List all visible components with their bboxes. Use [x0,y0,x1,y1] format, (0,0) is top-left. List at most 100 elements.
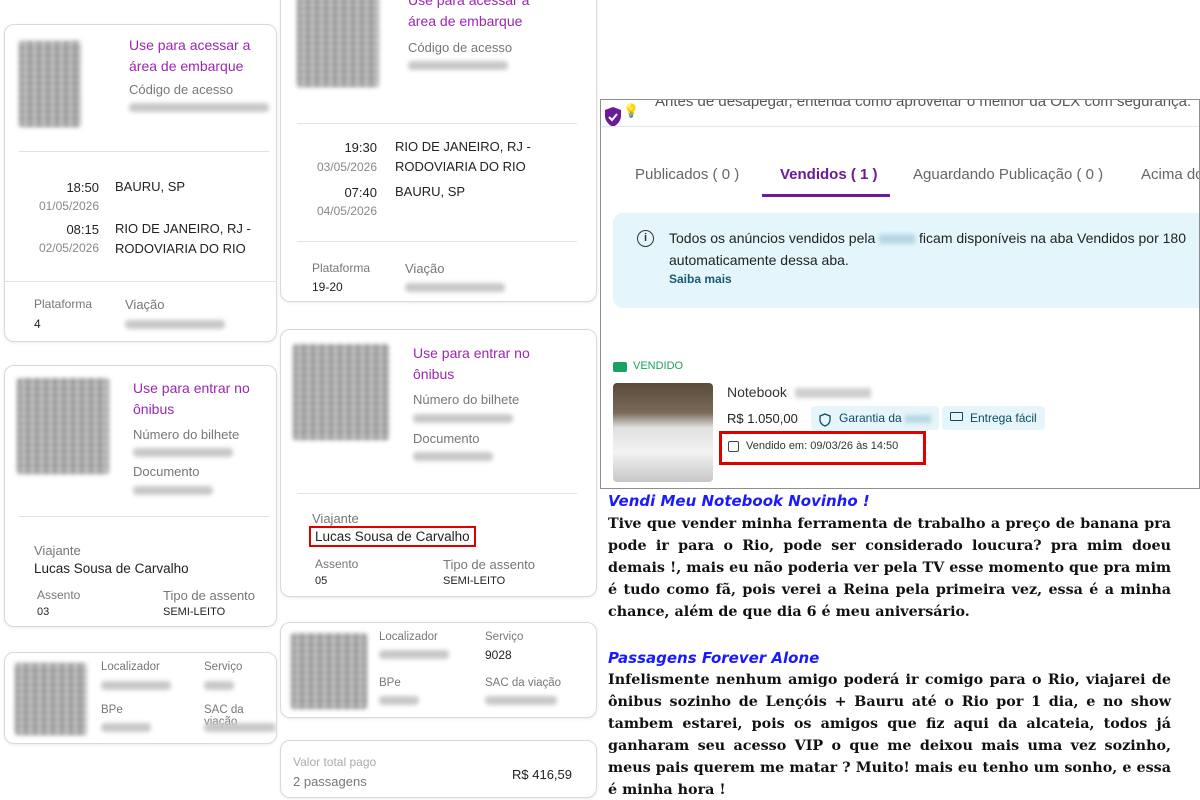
document-value [413,452,493,461]
boarding-qr-code [293,344,389,440]
divider [5,281,276,282]
boarding-title: Use para entrar no ônibus [133,380,250,417]
seat-type-label: Tipo de assento [163,588,256,603]
service-value: 9028 [485,648,512,662]
seat-value: 03 [37,606,50,618]
sold-badge: VENDIDO [633,360,684,372]
access-code-value [408,61,508,70]
safety-banner-text: Antes de desapegar, entenda como aprovei… [655,99,1192,110]
info-text-prefix: Todos os anúncios vendidos pela [669,230,876,246]
company-label: Viação [125,297,165,312]
service-label: Serviço [204,661,243,673]
summary-qr-code [291,633,367,709]
sac-value [485,696,557,705]
ticket-card-outbound: Use para acessar a área de embarque Códi… [4,24,277,342]
blog-heading-passagens: Passagens Forever Alone [608,649,820,667]
arrival-time: 08:15 [66,222,99,237]
redacted-brand [905,414,932,423]
tab-active-underline [762,194,890,197]
bpe-value [101,723,151,732]
lightbulb-icon: 💡 [623,103,640,118]
summary-card-outbound: Localizador Serviço BPe SAC da viação [4,652,277,744]
tab-acima[interactable]: Acima do [1141,166,1199,183]
document-value [133,486,213,495]
seat-label: Assento [37,588,81,602]
listing-photo[interactable] [613,383,713,482]
boarding-qr-code [17,378,109,474]
total-label: Valor total pago [293,755,377,769]
boarding-title: Use para entrar no ônibus [413,345,530,382]
locator-label: Localizador [101,661,160,673]
locator-value [101,681,171,690]
bpe-label: BPe [101,704,123,716]
service-label: Serviço [485,631,524,643]
locator-label: Localizador [379,631,438,643]
departure-date: 03/05/2026 [316,160,377,174]
departure-city: RIO DE JANEIRO, RJ - RODOVIARIA DO RIO [395,139,531,174]
seat-type-value: SEMI-LEITO [163,606,226,618]
arrival-date: 02/05/2026 [38,241,99,255]
delivery-chip-label: Entrega fácil [970,411,1037,425]
tab-publicados[interactable]: Publicados ( 0 ) [635,166,739,183]
sold-date: Vendido em: 09/03/26 às 14:50 [746,440,899,452]
divider [297,241,577,242]
access-title: Use para acessar a área de embarque [408,0,530,29]
access-qr-code [297,0,379,87]
info-box: i Todos os anúncios vendidos pela ficam … [613,213,1199,308]
divider [297,493,577,494]
document-label: Documento [133,464,200,479]
seat-type-value: SEMI-LEITO [443,575,506,587]
summary-qr-code [15,663,87,735]
platform-value: 19-20 [312,280,343,294]
service-value [204,681,234,690]
blog-paragraph-passagens: Infelismente nenhum amigo poderá ir comi… [608,672,1171,798]
boarding-card-return: Use para entrar no ônibus Número do bilh… [280,329,597,597]
platform-label: Plataforma [34,297,93,311]
arrival-city: RIO DE JANEIRO, RJ - RODOVIARIA DO RIO [115,221,251,256]
total-card: Valor total pago 2 passagens R$ 416,59 [280,740,597,798]
info-text-line1: Todos os anúncios vendidos pela ficam di… [669,230,1186,246]
ticket-number-value [413,414,513,423]
tab-aguardando[interactable]: Aguardando Publicação ( 0 ) [913,166,1103,183]
total-count: 2 passagens [293,774,367,789]
access-code-label: Código de acesso [129,82,234,97]
redacted-model [794,388,871,399]
blog-paragraph-notebook: Tive que vender minha ferramenta de trab… [608,516,1171,620]
saiba-mais-link[interactable]: Saiba mais [669,272,732,286]
info-text-line2: automaticamente dessa aba. [669,252,849,268]
shield-check-icon [603,106,623,133]
banner-divider [601,126,1199,127]
divider [19,516,269,517]
bpe-label: BPe [379,677,401,689]
arrival-date: 04/05/2026 [316,204,377,218]
departure-time: 18:50 [66,180,99,195]
departure-time: 19:30 [344,140,377,155]
delivery-chip: Entrega fácil [942,406,1045,430]
listing-price: R$ 1.050,00 [727,411,798,426]
summary-card-return: Localizador Serviço 9028 BPe SAC da viaç… [280,622,597,718]
seat-label: Assento [315,557,359,571]
total-amount: R$ 416,59 [512,767,572,782]
redacted-brand [879,234,916,245]
listing-title[interactable]: Notebook [727,384,871,400]
sold-date-highlight: Vendido em: 09/03/26 às 14:50 [719,431,926,465]
traveler-label: Viajante [312,511,359,526]
company-label: Viação [405,261,445,276]
traveler-name-highlighted: Lucas Sousa de Carvalho [309,526,476,547]
blog-heading-notebook: Vendi Meu Notebook Novinho ! [608,492,870,510]
sac-label: SAC da viação [485,677,562,689]
arrival-city: BAURU, SP [395,184,466,199]
listing-title-text: Notebook [727,384,787,400]
guarantee-chip-label: Garantia da [839,411,902,425]
calendar-icon [728,441,739,452]
bpe-value [379,696,419,705]
platform-label: Plataforma [312,261,371,275]
company-value [125,320,225,329]
money-icon [613,362,627,372]
access-code-value [129,103,269,112]
tab-vendidos[interactable]: Vendidos ( 1 ) [780,166,878,183]
document-label: Documento [413,431,480,446]
locator-value [379,650,449,659]
boarding-card-outbound: Use para entrar no ônibus Número do bilh… [4,365,277,627]
access-title: Use para acessar a área de embarque [129,37,251,74]
